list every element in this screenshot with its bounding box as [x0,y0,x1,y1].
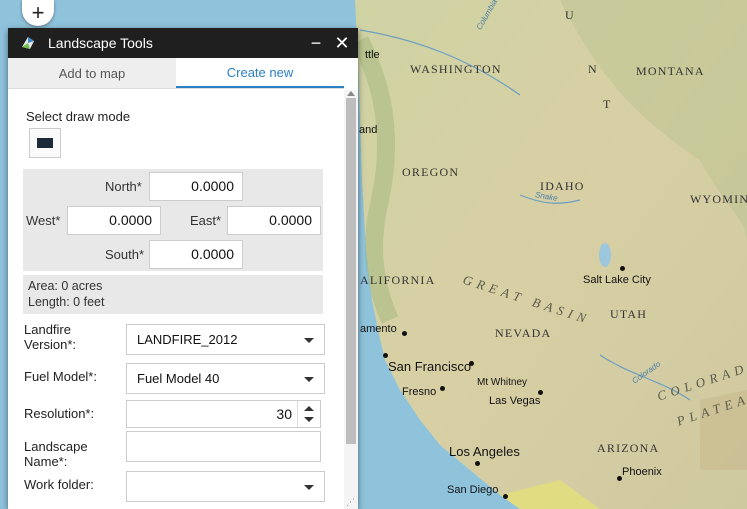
map-label-wyoming: WYOMIN [690,192,747,206]
rectangle-icon [37,138,53,148]
north-label: North* [105,179,142,194]
landscape-name-label: Landscape Name*: [24,439,88,469]
map-label-seattle: ttle [365,49,380,61]
map-label-san-diego: San Diego [447,484,499,496]
scrollbar-thumb[interactable] [346,98,356,444]
city-dot [620,266,625,271]
shape-stats: Area: 0 acres Length: 0 feet [23,275,323,314]
draw-mode-label: Select draw mode [26,109,131,124]
map-label-fresno: Fresno [402,386,437,398]
work-folder-select[interactable] [126,471,325,502]
panel-content: Select draw mode North* 0.0000 West* 0.0… [8,90,344,509]
city-dot [440,386,445,391]
scroll-up-icon[interactable] [347,91,355,96]
map-label-salt-lake-city: Salt Lake City [583,274,651,286]
map-label-utah: UTAH [610,307,648,321]
resolution-value: 30 [276,406,292,422]
map-label-rocky-t: T [603,97,612,111]
city-dot [503,494,508,499]
map-label-oregon: OREGON [402,165,460,179]
tab-add-to-map[interactable]: Add to map [8,58,176,88]
resolution-input[interactable]: 30 [126,400,321,428]
plus-icon: + [31,0,45,25]
chevron-down-icon [304,485,314,490]
south-label: South* [105,247,145,262]
east-label: East* [190,213,222,228]
resize-grip-icon[interactable]: ⋰ [346,497,356,507]
landfire-version-label: Landfire Version*: [24,322,77,352]
map-label-sacramento: amento [360,323,397,335]
extent-coordinates: North* 0.0000 West* 0.0000 East* 0.0000 … [23,169,323,271]
draw-rectangle-button[interactable] [29,128,61,158]
south-input[interactable]: 0.0000 [149,240,243,269]
stepper-down-icon[interactable] [304,417,314,422]
landscape-name-input[interactable] [126,431,321,462]
close-button[interactable]: ✕ [330,28,354,58]
length-text: Length: 0 feet [28,295,105,309]
resolution-label: Resolution*: [24,406,95,421]
city-dot [469,361,474,366]
chevron-down-icon [304,338,314,343]
map-label-las-vegas: Las Vegas [489,395,541,407]
city-dot [402,331,407,336]
panel-tabs: Add to map Create new [8,58,344,89]
map-label-washington: WASHINGTON [410,62,502,76]
map-label-portland: and [359,124,378,136]
city-dot [383,353,388,358]
north-input[interactable]: 0.0000 [149,172,243,201]
map-label-rocky-u: U [565,8,575,22]
map-label-phoenix: Phoenix [622,466,662,478]
work-folder-label: Work folder: [24,477,94,492]
area-text: Area: 0 acres [28,279,103,293]
tab-create-new[interactable]: Create new [176,58,344,88]
landfire-version-select[interactable]: LANDFIRE_2012 [126,324,325,355]
map-label-california: ALIFORNIA [360,273,436,287]
landscape-tools-icon [22,37,34,49]
map-label-mt-whitney: Mt Whitney [477,377,528,388]
map-label-arizona: ARIZONA [597,441,660,455]
west-label: West* [26,213,61,228]
map-label-san-francisco: San Francisco [388,359,472,374]
fuel-model-value: Fuel Model 40 [137,371,220,386]
panel-scrollbar[interactable] [344,90,358,509]
map-label-montana: MONTANA [636,64,705,78]
minimize-button[interactable]: − [304,28,328,58]
minimize-icon: − [310,32,322,53]
landscape-tools-panel: Landscape Tools − ✕ Add to map Create ne… [8,28,358,509]
draw-mode-section: Select draw mode [23,104,327,168]
resolution-stepper[interactable] [297,401,320,427]
east-input[interactable]: 0.0000 [227,206,321,235]
map-label-los-angeles: Los Angeles [449,444,520,459]
west-input[interactable]: 0.0000 [67,206,161,235]
map-label-nevada: NEVADA [495,326,552,340]
city-dot [475,461,480,466]
landfire-version-value: LANDFIRE_2012 [137,332,238,347]
panel-titlebar[interactable]: Landscape Tools − ✕ [8,28,358,58]
map-label-rocky-n: N [588,62,598,76]
stepper-up-icon[interactable] [304,406,314,411]
panel-title: Landscape Tools [48,35,153,51]
close-icon: ✕ [334,32,350,53]
chevron-down-icon [304,377,314,382]
fuel-model-select[interactable]: Fuel Model 40 [126,363,325,394]
fuel-model-label: Fuel Model*: [24,369,97,384]
